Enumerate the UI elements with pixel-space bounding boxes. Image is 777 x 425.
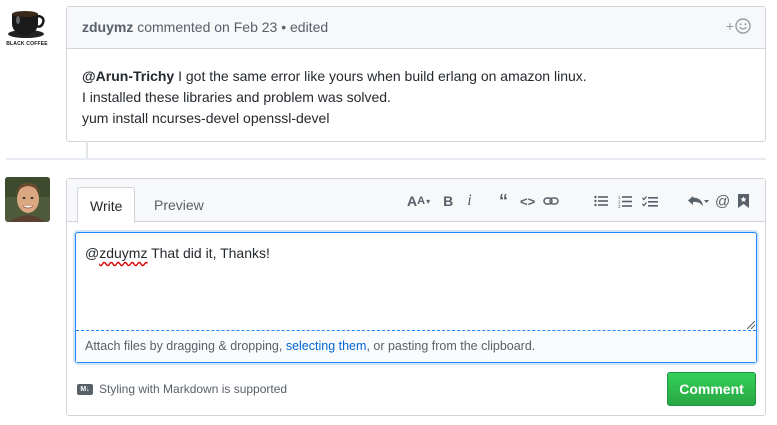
reaction-plus: + [725, 18, 734, 34]
ordered-list-icon[interactable]: 123 [618, 191, 632, 211]
new-comment-form: Write Preview A A ▾ B i “ <> 123 @ @zduy… [66, 178, 766, 416]
comment-input-text: @zduymz That did it, Thanks! [85, 245, 270, 261]
text-prefix: @ [85, 245, 100, 261]
comment-line-3: yum install ncurses-devel openssl-devel [82, 110, 330, 126]
select-files-link[interactable]: selecting them [286, 339, 367, 353]
avatar-caption: BLACK COFFEE [6, 41, 48, 47]
add-reaction-button[interactable]: + [726, 18, 751, 34]
task-list-icon[interactable] [642, 191, 658, 211]
comment-header: zduymz commented on Feb 23 • edited + [67, 7, 765, 49]
markdown-support-note[interactable]: M↓ Styling with Markdown is supported [77, 382, 287, 396]
tab-preview[interactable]: Preview [142, 187, 216, 223]
attach-suffix: , or pasting from the clipboard. [366, 339, 536, 353]
block-format-toolbar: “ <> [499, 191, 569, 211]
comment-line-1: @Arun-Trichy I got the same error like y… [82, 66, 750, 87]
quote-icon[interactable]: “ [499, 191, 508, 211]
comment-line-1-text: I got the same error like yours when bui… [174, 68, 587, 84]
timeline-line [86, 141, 88, 158]
attach-prefix: Attach files by dragging & dropping, [85, 339, 286, 353]
mention-icon[interactable]: @ [715, 191, 730, 211]
list-toolbar: 123 [594, 191, 668, 211]
italic-icon[interactable]: i [467, 191, 471, 211]
reply-icon[interactable] [687, 191, 709, 211]
text-rest: That did it, Thanks! [147, 245, 270, 261]
comment-meta[interactable]: commented on Feb 23 • edited [137, 19, 328, 35]
previous-comment: zduymz commented on Feb 23 • edited + @A… [66, 6, 766, 142]
editor-header: Write Preview A A ▾ B i “ <> 123 @ [67, 179, 765, 223]
link-icon[interactable] [543, 191, 559, 211]
user-mention-link[interactable]: @Arun-Trichy [82, 68, 174, 84]
unordered-list-icon[interactable] [594, 191, 608, 211]
text-size-icon[interactable]: A A ▾ [407, 191, 430, 211]
markdown-note-text: Styling with Markdown is supported [99, 382, 288, 396]
misspelled-word: zduymz [99, 245, 148, 261]
comment-author[interactable]: zduymz [82, 19, 133, 35]
resize-handle-icon[interactable] [747, 321, 755, 329]
comment-body: @Arun-Trichy I got the same error like y… [67, 49, 765, 129]
markdown-icon: M↓ [77, 383, 93, 395]
saved-reply-icon[interactable] [738, 191, 750, 211]
avatar-black-coffee[interactable]: BLACK COFFEE [4, 4, 50, 50]
comment-submit-button[interactable]: Comment [667, 372, 756, 406]
reply-toolbar: @ [687, 191, 759, 211]
avatar-current-user[interactable] [5, 177, 50, 222]
user-photo-icon [5, 177, 50, 222]
text-format-toolbar: A A ▾ B i [407, 191, 482, 211]
tab-write[interactable]: Write [77, 187, 136, 223]
smiley-icon [735, 18, 751, 34]
file-attach-dropzone[interactable]: Attach files by dragging & dropping, sel… [76, 330, 756, 362]
comment-textarea[interactable]: @zduymz That did it, Thanks! Attach file… [75, 232, 757, 363]
code-icon[interactable]: <> [520, 191, 535, 211]
comment-line-2: I installed these libraries and problem … [82, 89, 391, 105]
svg-text:3: 3 [618, 204, 621, 208]
bold-icon[interactable]: B [443, 191, 453, 211]
timeline-separator [6, 158, 766, 160]
